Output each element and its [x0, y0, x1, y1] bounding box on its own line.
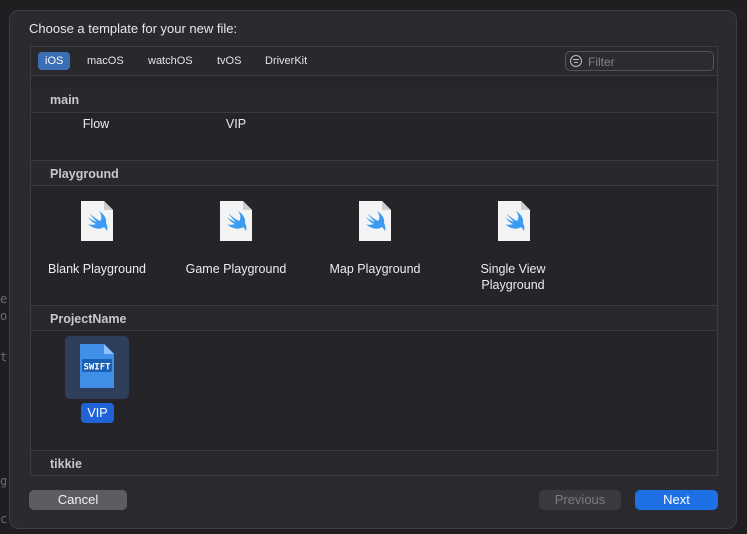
background-editor-fragment: t [0, 350, 8, 364]
template-chooser-dialog: Choose a template for your new file: iOS… [9, 10, 737, 529]
section-header-playground: Playground [31, 160, 717, 186]
background-editor-fragment: e [0, 292, 8, 306]
background-editor-fragment: o [0, 309, 8, 323]
template-item-flow[interactable]: Flow [66, 116, 126, 132]
swift-file-icon [359, 201, 391, 241]
next-button[interactable]: Next [635, 490, 718, 510]
swift-file-icon [498, 201, 530, 241]
filter-field[interactable] [565, 51, 714, 71]
template-label-vip-selected: VIP [81, 403, 114, 423]
template-label-line: Playground [481, 278, 545, 292]
section-header-projectname: ProjectName [31, 305, 717, 331]
filter-input[interactable] [586, 53, 710, 71]
template-label-line: Single View [480, 262, 546, 276]
template-label-map-playground: Map Playground [329, 262, 421, 276]
tab-macos[interactable]: macOS [80, 52, 131, 70]
template-item-vip-main[interactable]: VIP [206, 116, 266, 132]
template-label-game-playground: Game Playground [185, 262, 287, 276]
swift-file-icon [81, 201, 113, 241]
template-label-single-view-playground: Single View Playground [463, 261, 563, 293]
svg-text:SWIFT: SWIFT [83, 363, 111, 373]
section-header-main: main [31, 87, 717, 113]
tab-tvos[interactable]: tvOS [210, 52, 248, 70]
tab-driverkit[interactable]: DriverKit [258, 52, 314, 70]
cancel-button[interactable]: Cancel [29, 490, 127, 510]
swift-file-icon [220, 201, 252, 241]
dialog-title: Choose a template for your new file: [29, 21, 238, 36]
background-editor-fragment: g [0, 474, 8, 488]
template-panel: iOS macOS watchOS tvOS DriverKit main Fl… [30, 46, 718, 476]
tab-watchos[interactable]: watchOS [141, 52, 200, 70]
platform-tab-bar: iOS macOS watchOS tvOS DriverKit [31, 47, 717, 76]
section-header-tikkie: tikkie [31, 450, 717, 475]
filter-icon [570, 55, 582, 67]
tab-ios[interactable]: iOS [38, 52, 71, 70]
swift-source-file-icon: SWIFT [80, 344, 114, 388]
background-editor-fragment: c [0, 512, 8, 526]
previous-button[interactable]: Previous [539, 490, 621, 510]
template-label-blank-playground: Blank Playground [48, 262, 146, 276]
